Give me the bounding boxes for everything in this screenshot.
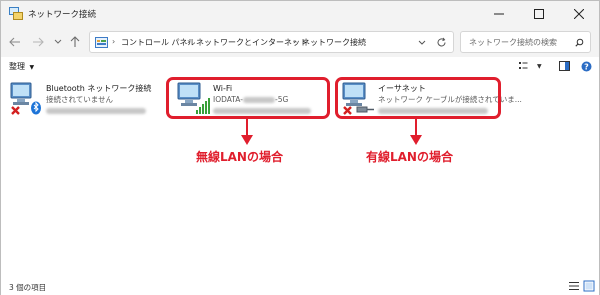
ethernet-down-arrow-icon [410,119,422,145]
address-bar[interactable]: › コントロール パネル › ネットワークとインターネット › ネットワーク接続 [89,31,454,53]
svg-text:?: ? [584,62,589,71]
title-bar: ネットワーク接続 [1,1,599,27]
maximize-icon [534,9,544,19]
connection-item-bluetooth[interactable]: Bluetooth ネットワーク接続 接続されていません [9,81,159,117]
back-arrow-icon [9,37,20,47]
connections-list: Bluetooth ネットワーク接続 接続されていません Wi-Fi IODAT… [1,75,599,275]
ethernet-highlight-box [335,77,501,119]
wireless-lan-callout: 無線LANの場合 [196,150,283,164]
preview-pane-button[interactable] [559,59,570,73]
tiles-view-icon[interactable] [583,280,595,292]
command-bar: 整理 ▼ ▼ ? [1,57,599,75]
chevron-down-icon [54,39,62,44]
organize-label: 整理 [9,62,25,71]
help-icon: ? [581,61,592,71]
address-row: › コントロール パネル › ネットワークとインターネット › ネットワーク接続… [1,27,599,57]
wifi-down-arrow-icon [241,119,253,145]
breadcrumb-network-internet[interactable]: ネットワークとインターネット [196,37,308,48]
address-history-chevron-icon[interactable] [418,40,426,46]
help-button[interactable]: ? [581,59,592,73]
minimize-icon [494,13,504,15]
breadcrumb-separator-icon: › [112,37,116,46]
organize-button[interactable]: 整理 ▼ [9,61,34,72]
bluetooth-network-icon [10,82,41,115]
wired-lan-callout: 有線LANの場合 [366,150,453,164]
network-connections-window: ネットワーク接続 › コントロール パネル › ネットワークとインターネット ›… [0,0,600,295]
control-panel-icon [95,37,108,48]
connection-status: 接続されていません [46,95,114,104]
forward-button[interactable] [31,35,45,49]
wifi-highlight-box [166,77,330,119]
forward-arrow-icon [33,37,44,47]
search-input[interactable]: ネットワーク接続の検索 [460,31,591,53]
breadcrumb-control-panel[interactable]: コントロール パネル [121,37,196,48]
search-placeholder: ネットワーク接続の検索 [469,38,557,47]
view-dropdown-caret-icon: ▼ [537,62,542,70]
network-connections-app-icon [9,7,23,20]
maximize-button[interactable] [519,1,559,27]
breadcrumb-separator-icon: › [293,37,297,46]
recent-locations-button[interactable] [51,35,65,49]
search-icon [575,38,584,47]
close-button[interactable] [559,1,599,27]
breadcrumb-separator-icon: › [187,37,191,46]
item-count: 3 個の項目 [9,283,47,292]
adapter-name-redacted [46,105,151,116]
status-bar: 3 個の項目 [1,277,599,295]
preview-pane-icon [559,61,570,71]
close-icon [574,9,584,19]
view-options-icon [519,62,528,69]
refresh-icon[interactable] [436,37,447,48]
connection-text: Bluetooth ネットワーク接続 接続されていません [46,83,151,116]
up-arrow-icon [70,36,80,47]
back-button[interactable] [8,35,22,49]
dropdown-caret-icon: ▼ [29,64,35,71]
window-title: ネットワーク接続 [28,10,97,20]
connection-name: Bluetooth ネットワーク接続 [46,84,152,93]
details-view-icon[interactable] [568,280,580,292]
change-view-button[interactable]: ▼ [519,59,542,73]
breadcrumb-network-connections[interactable]: ネットワーク接続 [302,37,366,48]
minimize-button[interactable] [479,1,519,27]
up-button[interactable] [68,35,82,49]
